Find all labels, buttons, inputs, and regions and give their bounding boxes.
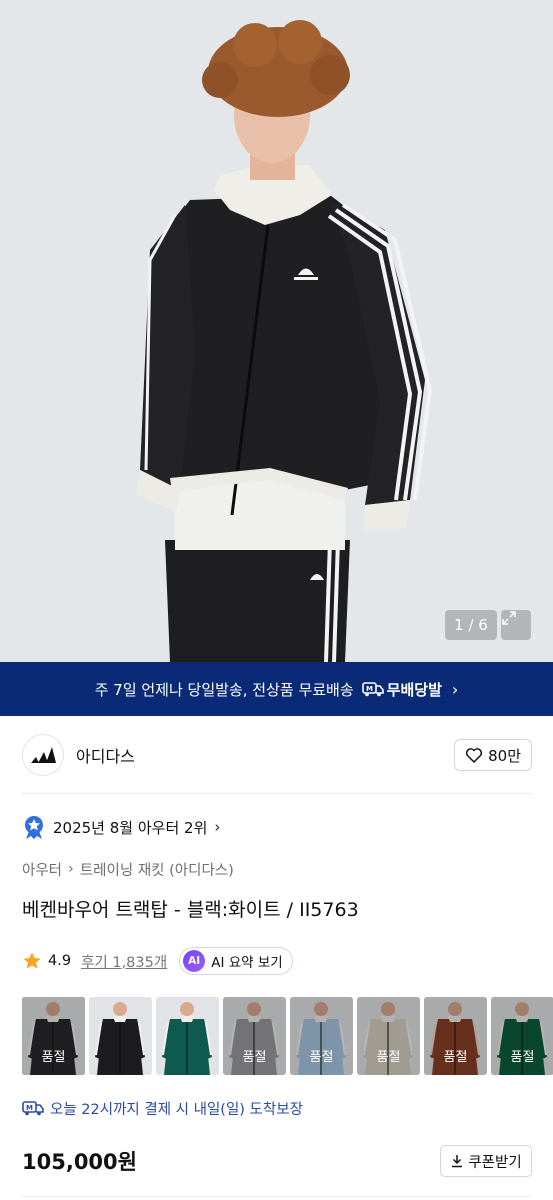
heart-icon <box>466 748 483 763</box>
review-link[interactable]: 후기 1,835개 <box>81 951 167 972</box>
variant-image <box>156 997 219 1075</box>
adidas-logo-icon <box>31 747 56 763</box>
truck-icon: M <box>22 1101 44 1116</box>
coupon-button[interactable]: 쿠폰받기 <box>440 1145 532 1177</box>
color-variant-thumb[interactable] <box>156 997 219 1075</box>
color-variant-thumb[interactable]: 품절 <box>491 997 553 1075</box>
soldout-label: 품절 <box>22 997 85 1075</box>
product-image[interactable]: 1 / 6 <box>0 0 553 662</box>
ranking-medal-icon <box>25 816 43 839</box>
ai-summary-button[interactable]: AI AI 요약 보기 <box>179 947 293 975</box>
ranking-link[interactable]: 2025년 8월 아우터 2위 › <box>22 814 220 840</box>
color-variant-thumb[interactable]: 품절 <box>22 997 85 1075</box>
truck-icon: M <box>361 682 384 697</box>
variant-image <box>89 997 152 1075</box>
ai-summary-label: AI 요약 보기 <box>211 955 283 971</box>
soldout-label: 품절 <box>357 997 420 1075</box>
model-photo <box>0 0 553 662</box>
free-delivery-badge: M 무배당발 <box>361 679 442 700</box>
coupon-label: 쿠폰받기 <box>468 1154 522 1171</box>
rating-value: 4.9 <box>48 953 72 969</box>
download-icon <box>452 1155 463 1168</box>
rating-row: 4.9 후기 1,835개 AI AI 요약 보기 <box>22 946 293 976</box>
like-button[interactable]: 80만 <box>454 739 532 771</box>
chevron-right-icon: › <box>68 861 74 877</box>
product-title: 베켄바우어 트랙탑 - 블랙:화이트 / II5763 <box>22 899 359 921</box>
brand-name[interactable]: 아디다스 <box>76 743 135 767</box>
color-variant-thumb[interactable]: 품절 <box>223 997 286 1075</box>
color-variant-thumb[interactable]: 품절 <box>424 997 487 1075</box>
color-variant-thumb[interactable]: 품절 <box>290 997 353 1075</box>
guarantee-text: 오늘 22시까지 결제 시 내일(일) 도착보장 <box>50 1101 303 1118</box>
product-price: 105,000원 <box>22 1150 137 1174</box>
star-icon <box>23 952 41 969</box>
soldout-label: 품절 <box>491 997 553 1075</box>
soldout-label: 품절 <box>223 997 286 1075</box>
brand-row: 아디다스 80만 <box>22 734 532 776</box>
chevron-right-icon: › <box>214 818 221 836</box>
color-variant-thumb[interactable]: 품절 <box>357 997 420 1075</box>
delivery-banner[interactable]: 주 7일 언제나 당일발송, 전상품 무료배송 M 무배당발 › <box>0 662 553 716</box>
color-variant-list: 품절 품절 품절 품절 품절 품절 <box>22 997 553 1077</box>
divider <box>22 793 532 794</box>
breadcrumb: 아우터 › 트레이닝 재킷 (아디다스) <box>22 857 234 881</box>
svg-text:M: M <box>366 685 373 693</box>
banner-text: 주 7일 언제나 당일발송, 전상품 무료배송 <box>94 680 354 699</box>
delivery-guarantee: M 오늘 22시까지 결제 시 내일(일) 도착보장 <box>22 1096 303 1120</box>
color-variant-thumb[interactable] <box>89 997 152 1075</box>
expand-icon[interactable] <box>501 610 531 640</box>
breadcrumb-outer[interactable]: 아우터 <box>22 859 62 880</box>
ai-icon: AI <box>183 950 206 972</box>
svg-text:M: M <box>26 1104 33 1112</box>
ranking-text: 2025년 8월 아우터 2위 <box>53 818 208 837</box>
breadcrumb-training-jacket[interactable]: 트레이닝 재킷 (아디다스) <box>80 859 234 880</box>
divider <box>22 1196 532 1197</box>
badge-label: 무배당발 <box>386 680 442 699</box>
like-count: 80만 <box>488 746 521 765</box>
brand-logo[interactable] <box>22 734 64 776</box>
soldout-label: 품절 <box>424 997 487 1075</box>
chevron-right-icon: › <box>451 679 459 699</box>
image-counter: 1 / 6 <box>445 610 497 640</box>
soldout-label: 품절 <box>290 997 353 1075</box>
